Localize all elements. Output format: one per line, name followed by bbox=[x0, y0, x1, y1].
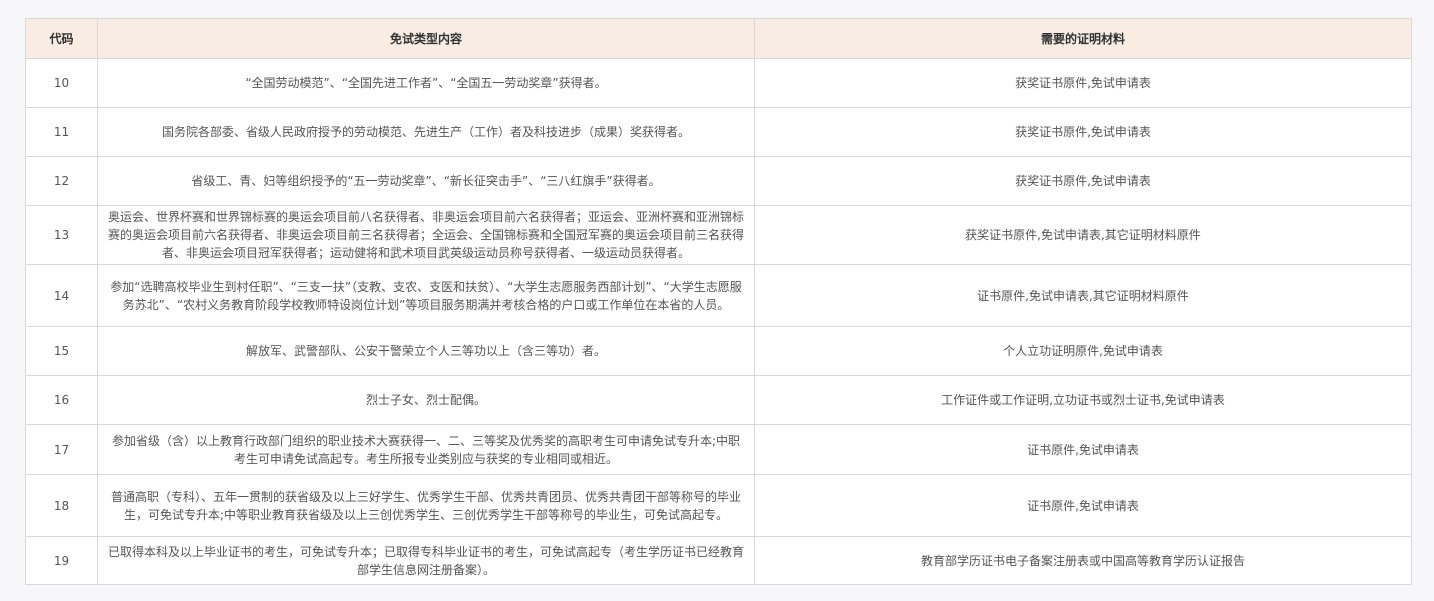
row-content: 解放军、武警部队、公安干警荣立个人三等功以上（含三等功）者。 bbox=[97, 326, 755, 376]
row-content: 烈士子女、烈士配偶。 bbox=[97, 375, 755, 425]
row-code: 14 bbox=[25, 264, 98, 327]
row-code: 12 bbox=[25, 156, 98, 206]
row-materials: 个人立功证明原件,免试申请表 bbox=[754, 326, 1412, 376]
table-row: 10 “全国劳动模范”、“全国先进工作者”、“全国五一劳动奖章”获得者。 获奖证… bbox=[25, 58, 1412, 108]
row-content: 参加“选聘高校毕业生到村任职”、“三支一扶”（支教、支农、支医和扶贫）、“大学生… bbox=[97, 264, 755, 327]
row-code: 17 bbox=[25, 424, 98, 475]
table-row: 13 奥运会、世界杯赛和世界锦标赛的奥运会项目前八名获得者、非奥运会项目前六名获… bbox=[25, 205, 1412, 265]
row-content: “全国劳动模范”、“全国先进工作者”、“全国五一劳动奖章”获得者。 bbox=[97, 58, 755, 108]
row-materials: 证书原件,免试申请表,其它证明材料原件 bbox=[754, 264, 1412, 327]
row-code: 10 bbox=[25, 58, 98, 108]
row-materials: 获奖证书原件,免试申请表 bbox=[754, 156, 1412, 206]
table-row: 17 参加省级（含）以上教育行政部门组织的职业技术大赛获得一、二、三等奖及优秀奖… bbox=[25, 424, 1412, 475]
row-content: 已取得本科及以上毕业证书的考生，可免试专升本；已取得专科毕业证书的考生，可免试高… bbox=[97, 536, 755, 585]
table-header: 代码 免试类型内容 需要的证明材料 bbox=[25, 18, 1412, 59]
row-content: 参加省级（含）以上教育行政部门组织的职业技术大赛获得一、二、三等奖及优秀奖的高职… bbox=[97, 424, 755, 475]
row-content: 国务院各部委、省级人民政府授予的劳动模范、先进生产（工作）者及科技进步（成果）奖… bbox=[97, 107, 755, 157]
row-code: 11 bbox=[25, 107, 98, 157]
header-code: 代码 bbox=[25, 18, 98, 59]
row-code: 15 bbox=[25, 326, 98, 376]
table-row: 19 已取得本科及以上毕业证书的考生，可免试专升本；已取得专科毕业证书的考生，可… bbox=[25, 536, 1412, 585]
row-content: 普通高职（专科）、五年一贯制的获省级及以上三好学生、优秀学生干部、优秀共青团员、… bbox=[97, 474, 755, 537]
table-row: 11 国务院各部委、省级人民政府授予的劳动模范、先进生产（工作）者及科技进步（成… bbox=[25, 107, 1412, 157]
row-code: 19 bbox=[25, 536, 98, 585]
exemption-table: 代码 免试类型内容 需要的证明材料 10 “全国劳动模范”、“全国先进工作者”、… bbox=[25, 18, 1412, 585]
row-code: 18 bbox=[25, 474, 98, 537]
row-materials: 获奖证书原件,免试申请表 bbox=[754, 107, 1412, 157]
row-materials: 教育部学历证书电子备案注册表或中国高等教育学历认证报告 bbox=[754, 536, 1412, 585]
table-row: 15 解放军、武警部队、公安干警荣立个人三等功以上（含三等功）者。 个人立功证明… bbox=[25, 326, 1412, 376]
table-row: 14 参加“选聘高校毕业生到村任职”、“三支一扶”（支教、支农、支医和扶贫）、“… bbox=[25, 264, 1412, 327]
table-row: 16 烈士子女、烈士配偶。 工作证件或工作证明,立功证书或烈士证书,免试申请表 bbox=[25, 375, 1412, 425]
table-row: 12 省级工、青、妇等组织授予的“五一劳动奖章”、“新长征突击手”、“三八红旗手… bbox=[25, 156, 1412, 206]
row-content: 省级工、青、妇等组织授予的“五一劳动奖章”、“新长征突击手”、“三八红旗手”获得… bbox=[97, 156, 755, 206]
header-required-materials: 需要的证明材料 bbox=[754, 18, 1412, 59]
row-materials: 获奖证书原件,免试申请表 bbox=[754, 58, 1412, 108]
row-materials: 工作证件或工作证明,立功证书或烈士证书,免试申请表 bbox=[754, 375, 1412, 425]
row-materials: 获奖证书原件,免试申请表,其它证明材料原件 bbox=[754, 205, 1412, 265]
row-materials: 证书原件,免试申请表 bbox=[754, 424, 1412, 475]
row-code: 13 bbox=[25, 205, 98, 265]
row-content: 奥运会、世界杯赛和世界锦标赛的奥运会项目前八名获得者、非奥运会项目前六名获得者；… bbox=[97, 205, 755, 265]
table-row: 18 普通高职（专科）、五年一贯制的获省级及以上三好学生、优秀学生干部、优秀共青… bbox=[25, 474, 1412, 537]
row-code: 16 bbox=[25, 375, 98, 425]
header-exemption-type: 免试类型内容 bbox=[97, 18, 755, 59]
exemption-table-container: 代码 免试类型内容 需要的证明材料 10 “全国劳动模范”、“全国先进工作者”、… bbox=[25, 18, 1412, 585]
row-materials: 证书原件,免试申请表 bbox=[754, 474, 1412, 537]
